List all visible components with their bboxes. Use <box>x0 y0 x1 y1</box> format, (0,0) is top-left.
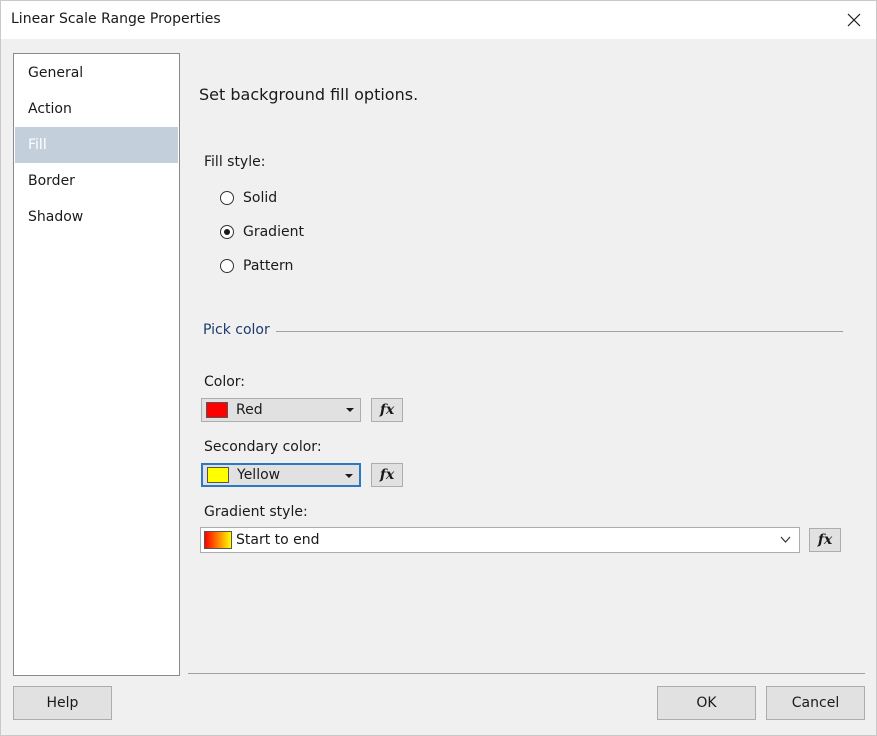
sidebar-item-shadow[interactable]: Shadow <box>15 199 178 235</box>
color-swatch <box>206 402 228 418</box>
fill-style-label: Fill style: <box>204 154 266 170</box>
page-heading: Set background fill options. <box>199 85 419 104</box>
radio-pattern[interactable]: Pattern <box>220 258 293 274</box>
chevron-down-icon <box>780 536 791 543</box>
dialog-window: Linear Scale Range Properties General Ac… <box>0 0 877 736</box>
ok-button[interactable]: OK <box>657 686 756 720</box>
color-select-value: Red <box>236 402 263 418</box>
window-title: Linear Scale Range Properties <box>11 11 221 27</box>
gradient-style-expression-button[interactable]: fx <box>809 528 841 552</box>
radio-solid-label: Solid <box>243 190 278 206</box>
group-divider <box>276 331 843 332</box>
radio-solid[interactable]: Solid <box>220 190 277 206</box>
cancel-button[interactable]: Cancel <box>766 686 865 720</box>
help-button[interactable]: Help <box>13 686 112 720</box>
color-select[interactable]: Red <box>201 398 361 422</box>
radio-gradient[interactable]: Gradient <box>220 224 304 240</box>
secondary-color-select[interactable]: Yellow <box>201 463 361 487</box>
gradient-style-label: Gradient style: <box>204 504 308 520</box>
color-expression-button[interactable]: fx <box>371 398 403 422</box>
secondary-color-swatch <box>207 467 229 483</box>
sidebar-item-fill[interactable]: Fill <box>15 127 178 163</box>
dropdown-arrow-icon <box>345 474 353 478</box>
radio-circle[interactable] <box>220 225 234 239</box>
radio-circle[interactable] <box>220 259 234 273</box>
sidebar-item-border[interactable]: Border <box>15 163 178 199</box>
radio-gradient-label: Gradient <box>243 224 304 240</box>
sidebar: General Action Fill Border Shadow <box>13 53 180 676</box>
footer-divider <box>188 673 865 674</box>
sidebar-item-action[interactable]: Action <box>15 91 178 127</box>
gradient-swatch <box>204 531 232 549</box>
close-button[interactable] <box>831 1 877 39</box>
gradient-style-select[interactable]: Start to end <box>200 527 800 553</box>
dropdown-arrow-icon <box>346 408 354 412</box>
secondary-color-expression-button[interactable]: fx <box>371 463 403 487</box>
secondary-color-select-value: Yellow <box>237 467 281 483</box>
radio-circle[interactable] <box>220 191 234 205</box>
secondary-color-label: Secondary color: <box>204 439 322 455</box>
close-icon <box>847 13 861 27</box>
sidebar-item-general[interactable]: General <box>15 55 178 91</box>
pick-color-group-title: Pick color <box>203 322 270 338</box>
color-label: Color: <box>204 374 246 390</box>
title-bar: Linear Scale Range Properties <box>1 1 876 39</box>
gradient-style-select-value: Start to end <box>236 532 320 548</box>
radio-pattern-label: Pattern <box>243 258 294 274</box>
